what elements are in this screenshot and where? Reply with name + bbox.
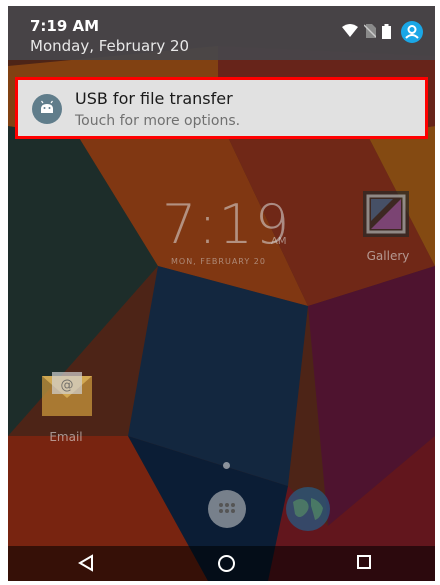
page-indicator-dot xyxy=(223,462,230,469)
phone-screen: 7:19 AM Monday, February 20 USB for file… xyxy=(8,6,435,581)
navigation-bar xyxy=(8,546,435,581)
notification-title: USB for file transfer xyxy=(75,89,233,108)
status-header[interactable]: 7:19 AM Monday, February 20 xyxy=(8,6,435,60)
gallery-app-icon[interactable] xyxy=(363,191,409,237)
gallery-label[interactable]: Gallery xyxy=(363,249,413,263)
lock-clock-date: MON, FEBRUARY 20 xyxy=(171,257,266,266)
account-icon[interactable] xyxy=(401,21,423,43)
email-app-icon[interactable]: @ xyxy=(40,370,94,418)
usb-notification[interactable]: USB for file transfer Touch for more opt… xyxy=(15,77,428,139)
android-icon xyxy=(32,94,62,124)
notification-text: Touch for more options. xyxy=(75,113,241,129)
email-label[interactable]: Email xyxy=(41,430,91,444)
recents-icon[interactable] xyxy=(356,554,372,570)
browser-icon[interactable] xyxy=(285,486,331,532)
lock-clock-ampm: AM xyxy=(271,236,287,247)
status-date: Monday, February 20 xyxy=(30,37,190,55)
battery-icon xyxy=(382,24,391,39)
back-icon[interactable] xyxy=(78,554,94,572)
app-drawer-button[interactable] xyxy=(208,490,246,528)
app-grid-icon xyxy=(219,503,235,513)
wifi-icon xyxy=(342,24,358,37)
status-time: 7:19 AM xyxy=(30,17,100,35)
svg-text:@: @ xyxy=(61,378,74,393)
no-sim-icon xyxy=(364,24,376,38)
home-icon[interactable] xyxy=(217,554,236,573)
